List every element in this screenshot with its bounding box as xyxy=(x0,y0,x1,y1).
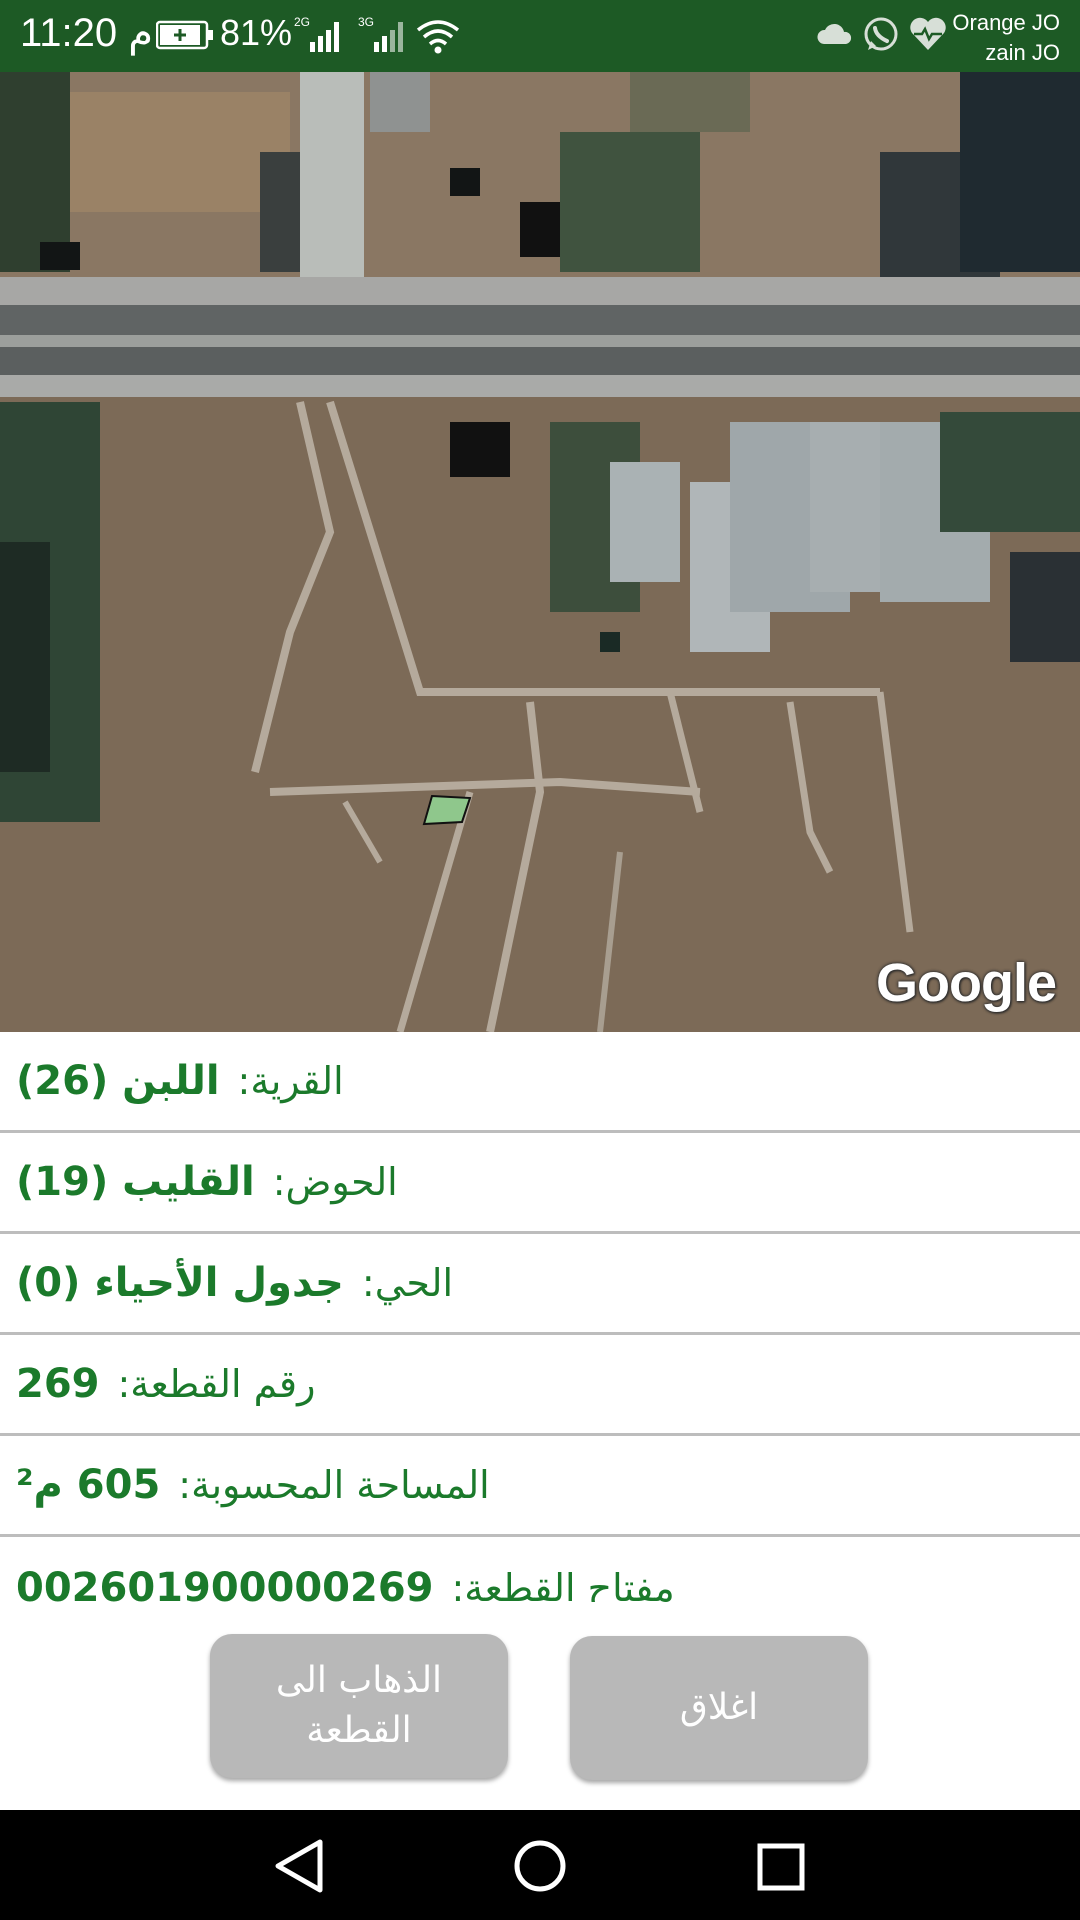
navigation-bar xyxy=(0,1810,1080,1920)
battery-icon xyxy=(155,20,214,54)
info-label: الحي: xyxy=(361,1261,454,1305)
button-label-line1: الذهاب الى xyxy=(275,1660,443,1701)
signal-icon: 2G xyxy=(292,14,348,58)
recent-apps-icon[interactable] xyxy=(756,1842,806,1896)
info-value: القليب (19) xyxy=(16,1159,255,1205)
info-value: 269 xyxy=(16,1361,100,1407)
parcel-info-list[interactable]: القرية: اللبن (26) الحوض: القليب (19) ال… xyxy=(0,1032,1080,1602)
home-icon[interactable] xyxy=(512,1838,568,1898)
info-row-basin: الحوض: القليب (19) xyxy=(0,1133,1080,1234)
satellite-map[interactable]: Google xyxy=(0,72,1080,1032)
parcel-polygon[interactable] xyxy=(422,794,472,826)
info-row-parcel-key: مفتاح القطعة: 002601900000269 xyxy=(0,1537,1080,1603)
info-label: الحوض: xyxy=(272,1160,398,1204)
carrier-names: Orange JO zain JO xyxy=(952,8,1060,68)
status-bar: 11:20 م 81% 2G 3G Orange JO zain JO xyxy=(0,0,1080,72)
info-value: 002601900000269 xyxy=(16,1564,434,1603)
close-button[interactable]: اغلاق xyxy=(570,1636,868,1780)
button-label-line2: القطعة xyxy=(306,1710,412,1751)
carrier-1: Orange JO xyxy=(952,10,1060,35)
info-row-district: الحي: جدول الأحياء (0) xyxy=(0,1234,1080,1335)
signal-icon: 3G xyxy=(356,14,412,58)
cloud-icon xyxy=(816,20,854,50)
info-label: مفتاح القطعة: xyxy=(451,1565,675,1603)
info-label: المساحة المحسوبة: xyxy=(178,1463,490,1507)
map-imagery xyxy=(0,72,1080,1032)
info-label: القرية: xyxy=(237,1059,344,1103)
info-value: 605 م² xyxy=(16,1462,161,1508)
battery-percent: 81% xyxy=(220,12,293,53)
button-label: اغلاق xyxy=(679,1687,759,1728)
whatsapp-icon xyxy=(862,16,900,58)
heart-icon xyxy=(908,16,948,56)
carrier-2: zain JO xyxy=(985,40,1060,65)
info-row-village: القرية: اللبن (26) xyxy=(0,1032,1080,1133)
wifi-icon xyxy=(416,18,460,58)
google-logo: Google xyxy=(876,953,1057,1013)
info-value: اللبن (26) xyxy=(16,1058,220,1104)
info-row-parcel-number: رقم القطعة: 269 xyxy=(0,1335,1080,1436)
go-to-parcel-button[interactable]: الذهاب الى القطعة xyxy=(210,1634,508,1778)
info-label: رقم القطعة: xyxy=(117,1362,316,1406)
signal-label: 3G xyxy=(358,15,374,29)
back-icon[interactable] xyxy=(270,1838,330,1898)
status-time: 11:20 م xyxy=(20,11,154,55)
signal-label: 2G xyxy=(294,15,310,29)
info-row-area: المساحة المحسوبة: 605 م² xyxy=(0,1436,1080,1537)
info-value: جدول الأحياء (0) xyxy=(16,1260,344,1306)
